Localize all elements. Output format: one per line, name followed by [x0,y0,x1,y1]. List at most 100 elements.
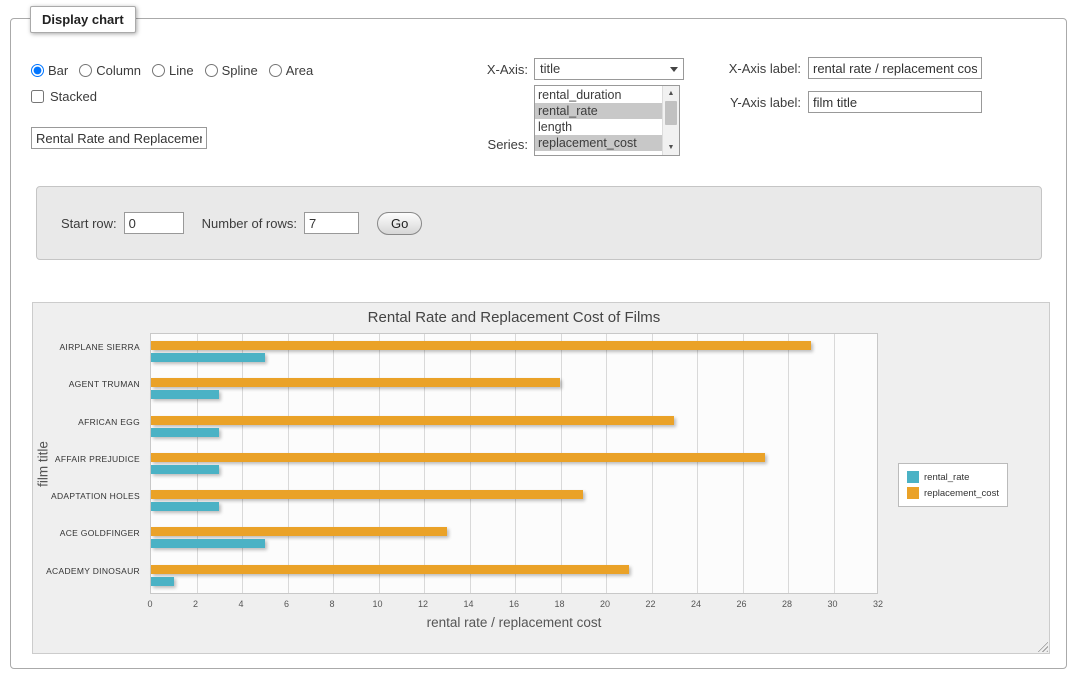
x-axis-ticks: 02468101214161820222426283032 [150,599,878,611]
x-tick-label: 10 [372,599,382,609]
gridline [561,334,562,593]
x-tick-label: 22 [645,599,655,609]
series-option-rental_rate[interactable]: rental_rate [535,103,662,119]
bar-rental_rate [151,390,219,399]
gridline [743,334,744,593]
stacked-option[interactable]: Stacked [31,89,97,104]
go-button[interactable]: Go [377,212,422,235]
chart-panel: Rental Rate and Replacement Cost of Film… [32,302,1050,654]
x-axis-title: rental rate / replacement cost [150,615,878,630]
bar-rental_rate [151,577,174,586]
x-tick-label: 26 [736,599,746,609]
category-axis: AIRPLANE SIERRA AGENT TRUMAN AFRICAN EGG AF… [33,333,145,594]
num-rows-label: Number of rows: [202,216,297,231]
gridline [834,334,835,593]
series-option-replacement_cost[interactable]: replacement_cost [535,135,662,151]
stacked-label: Stacked [50,89,97,104]
chart-type-radio-spline[interactable] [205,64,218,77]
gridline [288,334,289,593]
legend-item-rental_rate: rental_rate [907,469,999,485]
category-label: AFFAIR PREJUDICE [33,454,140,464]
chart-title-input[interactable] [31,127,207,149]
bar-rental_rate [151,539,265,548]
axis-labels-column: X-Axis label: Y-Axis label: [651,57,982,125]
x-tick-label: 28 [782,599,792,609]
x-tick-label: 16 [509,599,519,609]
x-tick-label: 18 [554,599,564,609]
legend-swatch [907,471,919,483]
gridline [242,334,243,593]
chart-legend: rental_rate replacement_cost [898,463,1008,507]
scroll-down-icon[interactable]: ▼ [663,140,679,155]
x-axis-select-label: X-Axis: [438,62,528,77]
bar-rental_rate [151,465,219,474]
category-label: AIRPLANE SIERRA [33,342,140,352]
legend-swatch [907,487,919,499]
chart-type-radio-area[interactable] [269,64,282,77]
chart-type-option-line[interactable]: Line [152,63,194,78]
chart-type-label: Spline [222,63,258,78]
x-tick-label: 8 [329,599,334,609]
chart-type-label: Line [169,63,194,78]
legend-label: replacement_cost [924,488,999,499]
rows-panel: Start row: Number of rows: Go [36,186,1042,260]
start-row-label: Start row: [61,216,117,231]
chart-type-label: Column [96,63,141,78]
x-tick-label: 4 [238,599,243,609]
start-row-input[interactable] [124,212,184,234]
bar-replacement_cost [151,341,811,350]
series-listbox-options: rental_durationrental_ratelengthreplacem… [535,87,662,151]
stacked-checkbox[interactable] [31,90,44,103]
gridline [652,334,653,593]
num-rows-input[interactable] [304,212,359,234]
chart-title: Rental Rate and Replacement Cost of Film… [150,309,878,326]
bar-replacement_cost [151,565,629,574]
gridline [424,334,425,593]
gridline [197,334,198,593]
x-tick-label: 6 [284,599,289,609]
gridline [515,334,516,593]
legend-item-replacement_cost: replacement_cost [907,485,999,501]
bar-replacement_cost [151,416,674,425]
x-tick-label: 20 [600,599,610,609]
axis-series-column: X-Axis: title Series: rental_durationren… [438,58,684,156]
gridline [333,334,334,593]
gridline [606,334,607,593]
bar-rental_rate [151,353,265,362]
category-label: AGENT TRUMAN [33,379,140,389]
chart-type-label: Area [286,63,313,78]
chart-type-radio-line[interactable] [152,64,165,77]
x-tick-label: 30 [827,599,837,609]
chart-type-option-column[interactable]: Column [79,63,141,78]
x-tick-label: 14 [463,599,473,609]
display-chart-fieldset: Display chart BarColumnLineSplineArea St… [10,18,1067,669]
gridline [470,334,471,593]
x-tick-label: 12 [418,599,428,609]
fieldset-legend: Display chart [30,6,136,33]
chart-type-radio-bar[interactable] [31,64,44,77]
series-option-rental_duration[interactable]: rental_duration [535,87,662,103]
chart-type-option-spline[interactable]: Spline [205,63,258,78]
x-tick-label: 2 [193,599,198,609]
bar-rental_rate [151,502,219,511]
bar-replacement_cost [151,490,583,499]
x-tick-label: 24 [691,599,701,609]
category-label: ADAPTATION HOLES [33,491,140,501]
bar-replacement_cost [151,527,447,536]
plot-area [150,333,878,594]
chart-type-option-bar[interactable]: Bar [31,63,68,78]
x-axis-selected-value: title [540,61,560,76]
bar-replacement_cost [151,453,765,462]
category-label: AFRICAN EGG [33,417,140,427]
y-axis-label-input[interactable] [808,91,982,113]
bar-rental_rate [151,428,219,437]
chart-type-radio-column[interactable] [79,64,92,77]
x-tick-label: 32 [873,599,883,609]
chart-type-option-area[interactable]: Area [269,63,313,78]
category-label: ACE GOLDFINGER [33,528,140,538]
resize-handle-icon[interactable] [1035,639,1048,652]
x-axis-label-caption: X-Axis label: [651,61,801,76]
series-option-length[interactable]: length [535,119,662,135]
x-axis-label-input[interactable] [808,57,982,79]
gridline [379,334,380,593]
